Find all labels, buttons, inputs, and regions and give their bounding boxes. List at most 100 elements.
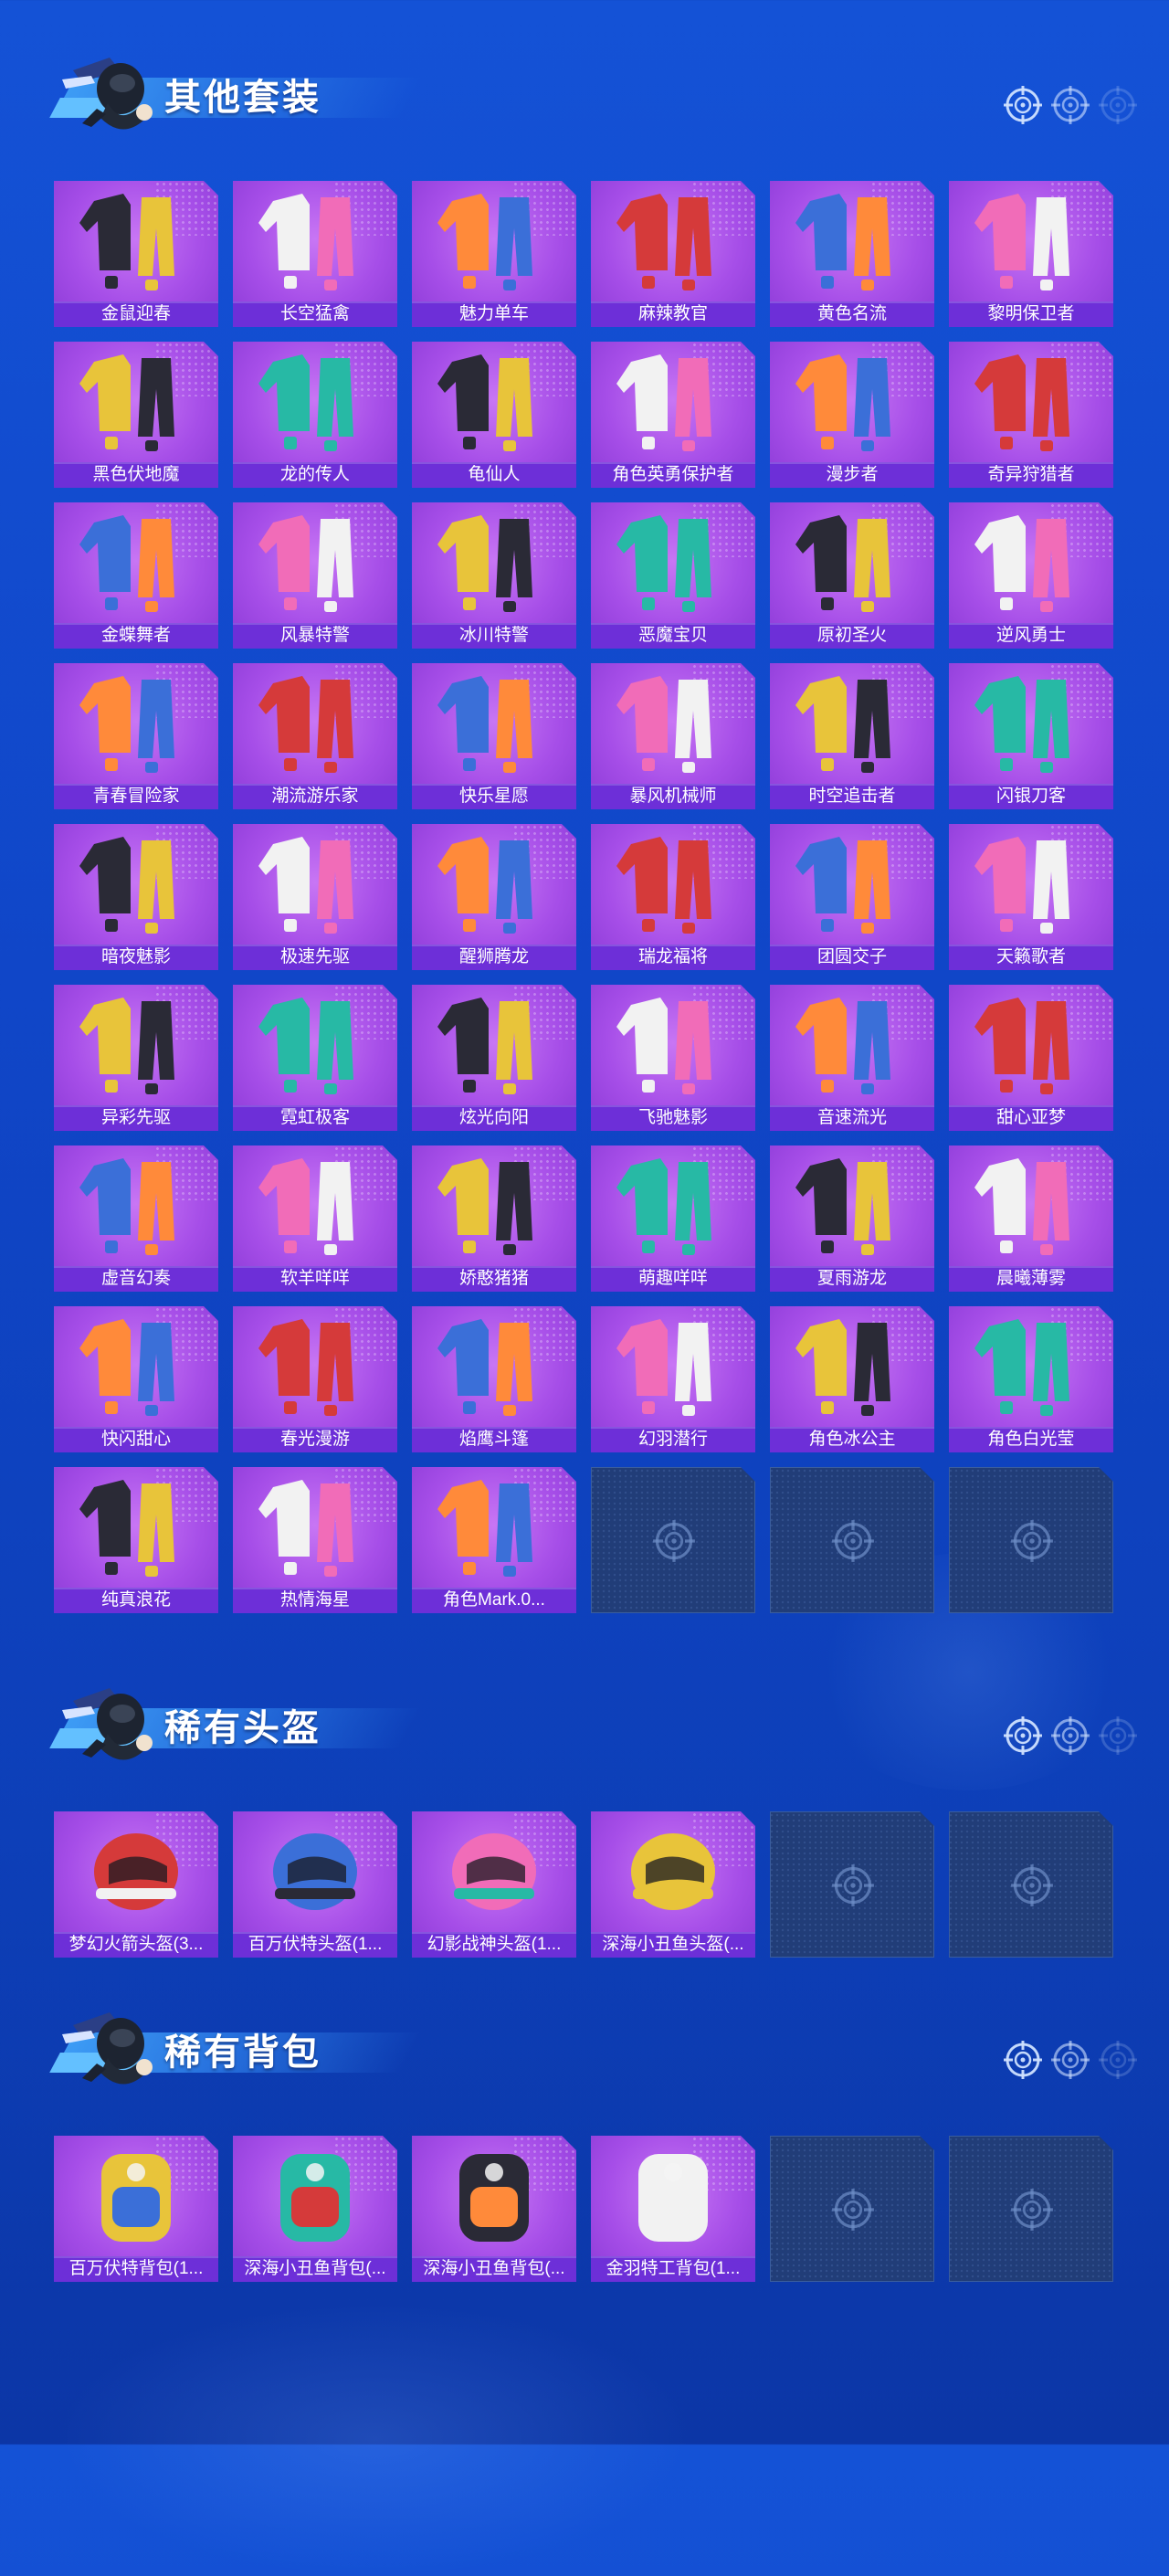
item-card[interactable]: 团圆交子 (770, 824, 934, 970)
background-globe-decoration (55, 2302, 694, 2576)
item-image (258, 1319, 353, 1416)
item-card[interactable]: 深海小丑鱼背包(... (233, 2136, 397, 2282)
empty-slot (949, 1467, 1113, 1613)
item-name: 异彩先驱 (54, 1105, 218, 1131)
item-image (437, 676, 532, 773)
item-card[interactable]: 极速先驱 (233, 824, 397, 970)
item-card[interactable]: 黎明保卫者 (949, 181, 1113, 327)
item-card[interactable]: 炫光向阳 (412, 985, 576, 1131)
item-image (795, 998, 890, 1094)
item-card[interactable]: 异彩先驱 (54, 985, 218, 1131)
item-card[interactable]: 萌趣咩咩 (591, 1145, 755, 1292)
item-card[interactable]: 春光漫游 (233, 1306, 397, 1452)
item-card[interactable]: 幻羽潜行 (591, 1306, 755, 1452)
section-title: 其他套装 (164, 78, 321, 118)
item-name: 飞驰魅影 (591, 1105, 755, 1131)
crosshair-icon (832, 2189, 874, 2231)
item-image (459, 2154, 529, 2242)
item-card[interactable]: 角色冰公主 (770, 1306, 934, 1452)
item-card[interactable]: 逆风勇士 (949, 502, 1113, 649)
item-image (437, 354, 532, 451)
item-card[interactable]: 百万伏特背包(1... (54, 2136, 218, 2282)
item-card[interactable]: 快乐星愿 (412, 663, 576, 809)
item-card[interactable]: 梦幻火箭头盔(3... (54, 1811, 218, 1958)
item-name: 晨曦薄雾 (949, 1266, 1113, 1292)
item-image (437, 837, 532, 934)
crosshair-icon (1003, 85, 1043, 125)
item-card[interactable]: 晨曦薄雾 (949, 1145, 1113, 1292)
item-card[interactable]: 龙的传人 (233, 342, 397, 488)
item-card[interactable]: 金蝶舞者 (54, 502, 218, 649)
item-name: 麻辣教官 (591, 301, 755, 327)
item-card[interactable]: 长空猛禽 (233, 181, 397, 327)
item-name: 百万伏特头盔(1... (233, 1932, 397, 1958)
item-image (616, 998, 711, 1094)
item-card[interactable]: 百万伏特头盔(1... (233, 1811, 397, 1958)
item-card[interactable]: 角色Mark.0... (412, 1467, 576, 1613)
item-card[interactable]: 金鼠迎春 (54, 181, 218, 327)
item-card[interactable]: 青春冒险家 (54, 663, 218, 809)
item-card[interactable]: 天籁歌者 (949, 824, 1113, 970)
item-card[interactable]: 甜心亚梦 (949, 985, 1113, 1131)
item-card[interactable]: 暴风机械师 (591, 663, 755, 809)
item-card[interactable]: 深海小丑鱼背包(... (412, 2136, 576, 2282)
crosshair-icon (1011, 1520, 1053, 1562)
item-image (452, 1833, 536, 1910)
item-image (437, 515, 532, 612)
item-card[interactable]: 恶魔宝贝 (591, 502, 755, 649)
header-decoration (1003, 85, 1140, 125)
item-card[interactable]: 潮流游乐家 (233, 663, 397, 809)
item-card[interactable]: 飞驰魅影 (591, 985, 755, 1131)
item-card[interactable]: 漫步者 (770, 342, 934, 488)
item-image (616, 1158, 711, 1255)
item-card[interactable]: 软羊咩咩 (233, 1145, 397, 1292)
item-card[interactable]: 夏雨游龙 (770, 1145, 934, 1292)
item-card[interactable]: 龟仙人 (412, 342, 576, 488)
crosshair-icon (832, 1520, 874, 1562)
item-card[interactable]: 黑色伏地魔 (54, 342, 218, 488)
crosshair-icon (831, 2188, 875, 2232)
item-name: 热情海星 (233, 1588, 397, 1613)
item-card[interactable]: 风暴特警 (233, 502, 397, 649)
item-name: 暴风机械师 (591, 784, 755, 809)
item-card[interactable]: 原初圣火 (770, 502, 934, 649)
item-card[interactable]: 瑞龙福将 (591, 824, 755, 970)
item-card[interactable]: 金羽特工背包(1... (591, 2136, 755, 2282)
item-card[interactable]: 焰鹰斗篷 (412, 1306, 576, 1452)
item-card[interactable]: 奇异狩猎者 (949, 342, 1113, 488)
item-card[interactable]: 热情海星 (233, 1467, 397, 1613)
item-name: 虚音幻奏 (54, 1266, 218, 1292)
item-card[interactable]: 角色白光莹 (949, 1306, 1113, 1452)
item-card[interactable]: 闪银刀客 (949, 663, 1113, 809)
item-card[interactable]: 音速流光 (770, 985, 934, 1131)
item-card[interactable]: 黄色名流 (770, 181, 934, 327)
empty-slot (770, 1467, 934, 1613)
item-image (280, 2154, 350, 2242)
item-card[interactable]: 醒狮腾龙 (412, 824, 576, 970)
item-card[interactable]: 暗夜魅影 (54, 824, 218, 970)
item-image (616, 515, 711, 612)
item-name: 暗夜魅影 (54, 945, 218, 970)
item-card[interactable]: 娇憨猪猪 (412, 1145, 576, 1292)
item-image (616, 354, 711, 451)
item-card[interactable]: 麻辣教官 (591, 181, 755, 327)
item-name: 闪银刀客 (949, 784, 1113, 809)
item-card[interactable]: 快闪甜心 (54, 1306, 218, 1452)
item-name: 深海小丑鱼背包(... (233, 2256, 397, 2282)
item-card[interactable]: 冰川特警 (412, 502, 576, 649)
item-card[interactable]: 角色英勇保护者 (591, 342, 755, 488)
item-card[interactable]: 霓虹极客 (233, 985, 397, 1131)
item-card[interactable]: 深海小丑鱼头盔(... (591, 1811, 755, 1958)
parachute-soldier-icon (62, 2012, 153, 2085)
item-card[interactable]: 幻影战神头盔(1... (412, 1811, 576, 1958)
item-card[interactable]: 纯真浪花 (54, 1467, 218, 1613)
item-name: 炫光向阳 (412, 1105, 576, 1131)
item-image (258, 515, 353, 612)
crosshair-icon (1050, 85, 1090, 125)
item-card[interactable]: 时空追击者 (770, 663, 934, 809)
item-card[interactable]: 魅力单车 (412, 181, 576, 327)
crosshair-icon (1051, 1716, 1090, 1755)
crosshair-icon (831, 1519, 875, 1563)
item-card[interactable]: 虚音幻奏 (54, 1145, 218, 1292)
item-name: 长空猛禽 (233, 301, 397, 327)
